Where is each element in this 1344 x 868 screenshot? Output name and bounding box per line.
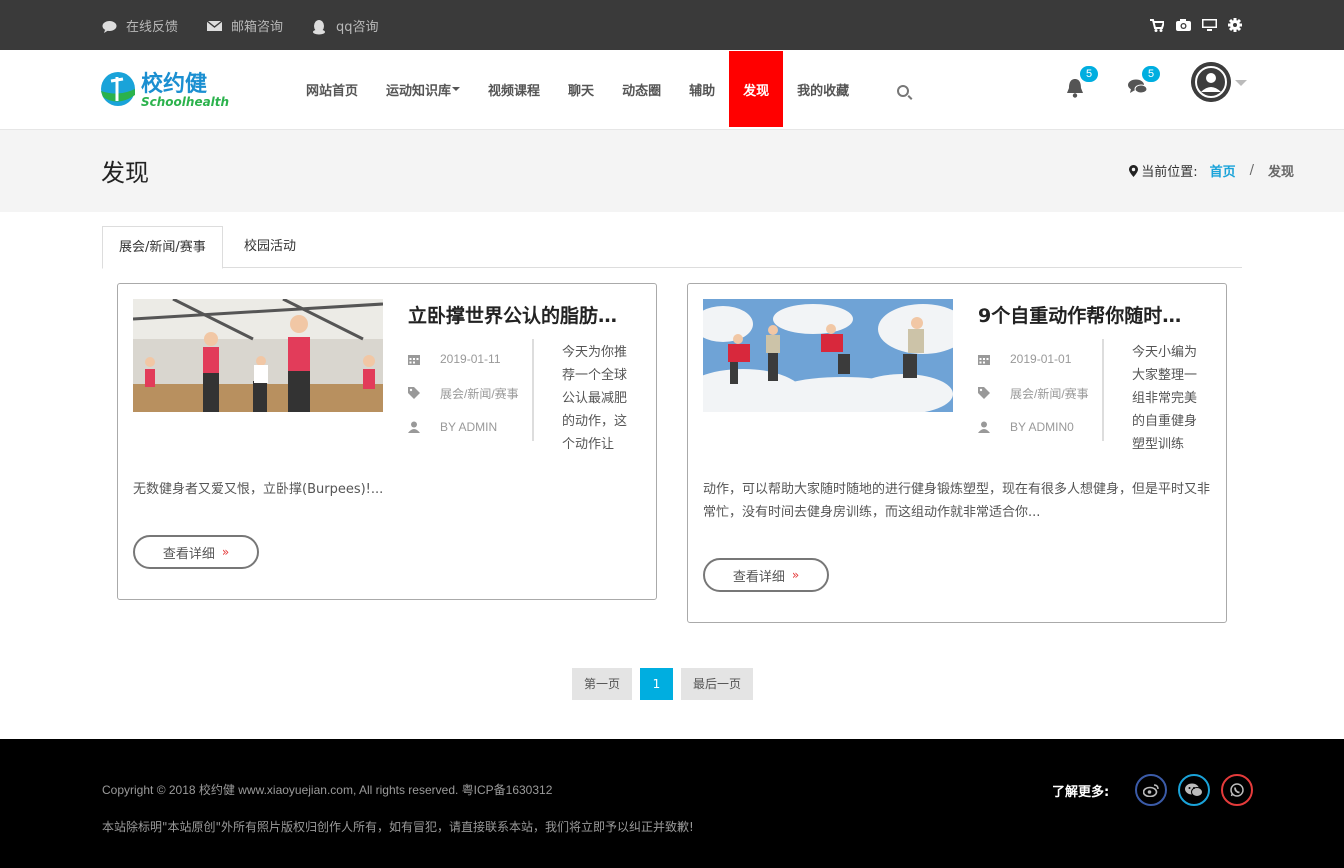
page-current-button[interactable]: 1 xyxy=(640,668,673,700)
bell-icon xyxy=(1067,79,1083,98)
monitor-icon[interactable] xyxy=(1202,18,1217,32)
message-badge: 5 xyxy=(1142,66,1160,82)
nav-assist[interactable]: 辅助 xyxy=(675,51,729,127)
top-bar: 在线反馈 邮箱咨询 qq咨询 xyxy=(0,0,1344,50)
breadcrumb-separator: / xyxy=(1249,163,1254,178)
nav-moments[interactable]: 动态圈 xyxy=(608,51,675,127)
calendar-icon xyxy=(978,353,990,365)
breadcrumb-label: 当前位置: xyxy=(1141,165,1198,180)
whatsapp-icon[interactable] xyxy=(1221,774,1253,806)
nav-favorites[interactable]: 我的收藏 xyxy=(783,51,863,127)
email-link[interactable]: 邮箱咨询 xyxy=(206,16,284,35)
post-image[interactable] xyxy=(703,299,953,412)
envelope-icon xyxy=(206,19,223,32)
cart-icon[interactable] xyxy=(1150,18,1166,32)
post-excerpt-side: 今天小编为大家整理一组非常完美的自重健身塑型训练 xyxy=(1132,345,1198,452)
svg-text:Schoolhealth: Schoolhealth xyxy=(141,95,229,109)
site-logo[interactable]: 校约健 Schoolhealth xyxy=(101,67,251,111)
main-header: 校约健 Schoolhealth 网站首页 运动知识库 视频课程 聊天 动态圈 … xyxy=(0,50,1344,130)
calendar-icon xyxy=(408,353,420,365)
user-icon xyxy=(978,421,990,433)
chat-bubble-icon xyxy=(102,20,117,33)
notifications-button[interactable]: 5 xyxy=(1066,66,1098,100)
nav-video[interactable]: 视频课程 xyxy=(474,51,554,127)
qq-icon xyxy=(312,19,327,34)
feedback-link[interactable]: 在线反馈 xyxy=(102,16,178,35)
tag-icon xyxy=(978,387,990,399)
messages-button[interactable]: 5 xyxy=(1128,66,1160,100)
feedback-label: 在线反馈 xyxy=(126,20,179,35)
wechat-icon[interactable] xyxy=(1178,774,1210,806)
search-icon xyxy=(897,85,910,97)
qq-link[interactable]: qq咨询 xyxy=(312,16,379,35)
weibo-icon[interactable] xyxy=(1135,774,1167,806)
post-excerpt: 无数健身者又爱又恨，立卧撑(Burpees)!... xyxy=(133,482,384,497)
post-meta: 2019-01-01 展会/新闻/赛事 BY ADMIN0 xyxy=(978,342,1103,444)
email-label: 邮箱咨询 xyxy=(231,20,284,35)
breadcrumb: 当前位置: 首页 / 发现 xyxy=(1129,161,1294,180)
meta-divider xyxy=(532,339,534,441)
nav-knowledge-label: 运动知识库 xyxy=(386,83,452,99)
camera-icon[interactable] xyxy=(1176,18,1191,32)
nav-discover[interactable]: 发现 xyxy=(729,51,784,127)
read-more-label: 查看详细 xyxy=(732,569,785,585)
qq-label: qq咨询 xyxy=(336,20,379,35)
tag-icon xyxy=(408,387,420,399)
main-nav: 网站首页 运动知识库 视频课程 聊天 动态圈 辅助 发现 我的收藏 xyxy=(292,50,923,127)
map-pin-icon xyxy=(1129,164,1139,177)
page-first-button[interactable]: 第一页 xyxy=(572,668,632,700)
post-excerpt: 动作，可以帮助大家随时随地的进行健身锻炼塑型，现在有很多人想健身，但是平时又非常… xyxy=(703,482,1211,520)
caret-down-icon xyxy=(452,87,461,91)
post-category[interactable]: 展会/新闻/赛事 xyxy=(440,385,519,402)
post-author: BY ADMIN0 xyxy=(1010,420,1074,434)
user-menu-caret-icon[interactable] xyxy=(1235,80,1247,86)
nav-search[interactable] xyxy=(863,51,923,127)
page-last-button[interactable]: 最后一页 xyxy=(681,668,753,700)
tab-news[interactable]: 展会/新闻/赛事 xyxy=(102,226,223,269)
user-avatar[interactable] xyxy=(1191,62,1231,102)
meta-divider xyxy=(1102,339,1104,441)
read-more-button[interactable]: 查看详细 » xyxy=(133,535,259,569)
nav-chat[interactable]: 聊天 xyxy=(554,51,608,127)
post-author: BY ADMIN xyxy=(440,420,498,434)
breadcrumb-home-link[interactable]: 首页 xyxy=(1210,161,1236,180)
site-footer: Copyright © 2018 校约健 www.xiaoyuejian.com… xyxy=(0,739,1344,868)
nav-knowledge[interactable]: 运动知识库 xyxy=(372,51,474,127)
double-chevron-right-icon: » xyxy=(221,545,230,559)
nav-home[interactable]: 网站首页 xyxy=(292,51,372,127)
gear-icon[interactable] xyxy=(1228,18,1242,32)
tab-campus[interactable]: 校园活动 xyxy=(228,226,312,268)
copyright-text: Copyright © 2018 校约健 www.xiaoyuejian.com… xyxy=(102,783,553,797)
read-more-label: 查看详细 xyxy=(162,546,215,562)
breadcrumb-current: 发现 xyxy=(1267,165,1294,180)
category-tabs: 展会/新闻/赛事 校园活动 xyxy=(102,226,1242,269)
page-title: 发现 xyxy=(101,159,149,187)
read-more-button[interactable]: 查看详细 » xyxy=(703,558,829,592)
svg-text:校约健: 校约健 xyxy=(141,71,207,97)
double-chevron-right-icon: » xyxy=(791,568,800,582)
post-meta: 2019-01-11 展会/新闻/赛事 BY ADMIN xyxy=(408,342,533,444)
post-title[interactable]: 9个自重动作帮你随时… xyxy=(978,301,1208,328)
copyright-note: 本站除标明"本站原创"外所有照片版权归创作人所有，如有冒犯，请直接联系本站，我们… xyxy=(102,820,694,834)
post-category[interactable]: 展会/新闻/赛事 xyxy=(1010,385,1089,402)
post-card: 9个自重动作帮你随时… 2019-01-01 展会/新闻/赛事 BY ADMIN… xyxy=(687,283,1227,623)
post-excerpt-side: 今天为你推荐一个全球公认最减肥的动作，这个动作让 xyxy=(562,345,628,452)
post-card: 立卧撑世界公认的脂肪… 2019-01-11 展会/新闻/赛事 BY ADMIN… xyxy=(117,283,657,600)
notification-badge: 5 xyxy=(1080,66,1098,82)
post-title[interactable]: 立卧撑世界公认的脂肪… xyxy=(408,301,638,328)
page-title-band: 发现 当前位置: 首页 / 发现 xyxy=(0,130,1344,212)
learn-more-label: 了解更多: xyxy=(1052,785,1110,800)
post-date: 2019-01-11 xyxy=(440,352,501,366)
user-icon xyxy=(408,421,420,433)
post-date: 2019-01-01 xyxy=(1010,352,1072,366)
post-image[interactable] xyxy=(133,299,383,412)
